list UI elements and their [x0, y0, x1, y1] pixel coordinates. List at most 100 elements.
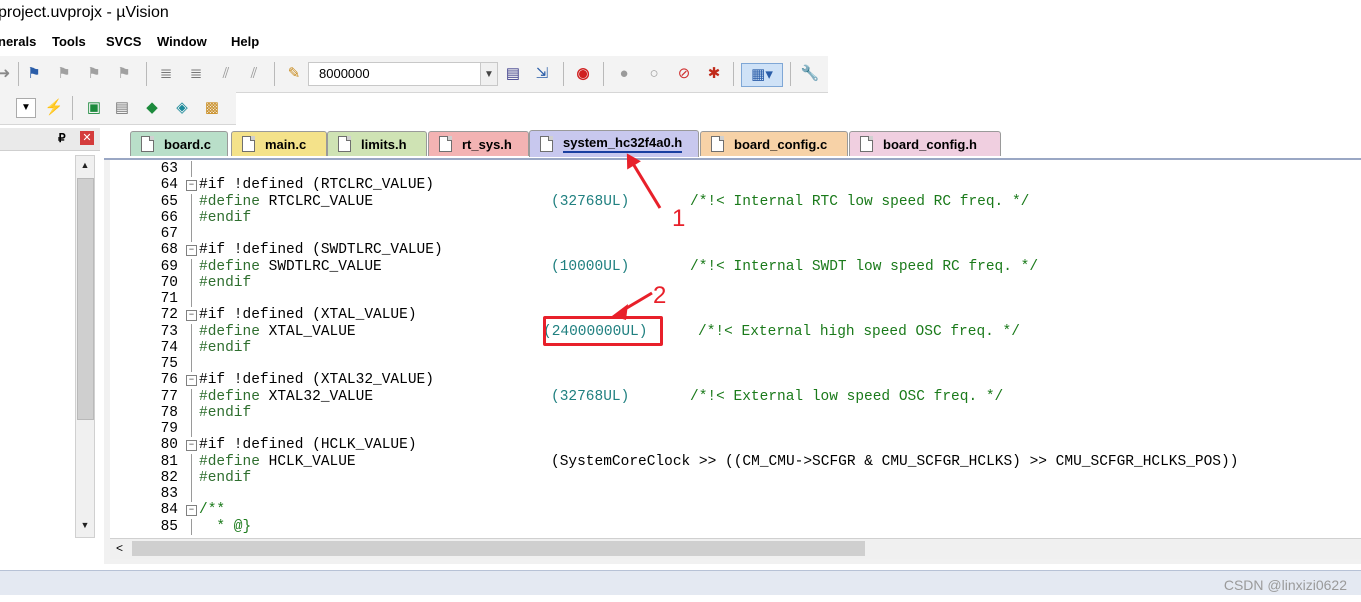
tab-limits-h[interactable]: limits.h [327, 131, 427, 156]
bookmark-next-icon[interactable]: ⚑ [84, 64, 104, 84]
tab-board-c[interactable]: board.c [130, 131, 228, 156]
unindent-icon[interactable]: ≣ [186, 64, 206, 84]
find-icon[interactable]: ▤ [503, 64, 523, 84]
fold-toggle-icon[interactable]: − [186, 505, 197, 517]
tab-label: board_config.h [883, 136, 977, 152]
scroll-down-icon[interactable]: ▼ [76, 516, 94, 534]
magic-wand-icon[interactable]: ⚡ [44, 98, 64, 118]
comment-icon[interactable]: ⫽ [216, 64, 236, 84]
toolbar-separator [146, 62, 147, 86]
code-identifier: !defined (XTAL32_VALUE) [225, 372, 434, 389]
code-editor[interactable]: 63 64− #if !defined (RTCLRC_VALUE) 65 #defin… [110, 160, 1361, 538]
code-text: #endif [199, 210, 251, 226]
project-vertical-scrollbar[interactable]: ▲ ▼ [75, 155, 95, 538]
wrench-icon[interactable]: 🔧 [800, 64, 820, 84]
code-comment: /*!< External low speed OSC freq. */ [690, 388, 1004, 405]
tab-rt-sys-h[interactable]: rt_sys.h [428, 131, 529, 156]
code-identifier: XTAL32_VALUE [259, 388, 374, 405]
code-text: #if !defined (HCLK_VALUE) [199, 437, 417, 453]
code-text: #if !defined (XTAL_VALUE) [199, 307, 417, 323]
code-directive: #define [199, 388, 260, 405]
line-number: 72 [160, 307, 178, 324]
line-number: 85 [160, 518, 178, 535]
breakpoint-disable-all-icon[interactable]: ⊘ [674, 64, 694, 84]
tab-label: limits.h [361, 136, 407, 152]
project-pane-header: ₽ ✕ [0, 128, 100, 151]
line-number: 76 [160, 372, 178, 389]
menu-peripherals[interactable]: nerals [0, 34, 36, 49]
bookmark-icon[interactable]: ⚑ [24, 64, 44, 84]
pin-icon[interactable]: ₽ [58, 131, 66, 145]
code-text: #define XTAL_VALUE [199, 324, 356, 340]
code-directive: #if [199, 372, 226, 389]
tab-label: board.c [164, 136, 211, 152]
build-icon[interactable]: ▣ [84, 98, 104, 118]
line-number: 82 [160, 469, 178, 486]
code-text: #define XTAL32_VALUE [199, 389, 373, 405]
fold-toggle-icon[interactable]: − [186, 245, 197, 257]
chevron-down-icon[interactable]: ▼ [480, 63, 497, 85]
fold-guide [191, 323, 192, 340]
scroll-left-icon[interactable]: < [116, 541, 123, 555]
tab-board-config-h[interactable]: board_config.h [849, 131, 1001, 156]
tab-main-c[interactable]: main.c [231, 131, 327, 156]
breakpoint-kill-all-icon[interactable]: ✱ [704, 64, 724, 84]
fold-guide [191, 453, 192, 470]
fold-guide [191, 193, 192, 210]
fold-toggle-icon[interactable]: − [186, 180, 197, 192]
line-number: 84 [160, 502, 178, 519]
tab-label: rt_sys.h [462, 136, 512, 152]
incremental-find-icon[interactable]: ⇲ [532, 64, 552, 84]
file-icon [439, 136, 452, 152]
toolbar-separator [733, 62, 734, 86]
code-directive: #if [199, 177, 226, 194]
find-in-files-icon[interactable]: ✎ [284, 64, 304, 84]
macro-value: (SystemCoreClock >> ((CM_CMU->SCFGR & CM… [551, 453, 1239, 470]
menu-svcs[interactable]: SVCS [106, 34, 141, 49]
watermark: CSDN @linxizi0622 [1223, 577, 1347, 593]
fold-guide [191, 469, 192, 486]
file-icon [141, 136, 154, 152]
target-value-field[interactable]: 8000000 ▼ [308, 62, 498, 86]
indent-icon[interactable]: ≣ [156, 64, 176, 84]
code-text: /** [199, 502, 225, 518]
line-number: 73 [160, 323, 178, 340]
line-number: 64 [160, 177, 178, 194]
scrollbar-thumb[interactable] [132, 541, 865, 556]
download-icon[interactable]: ◈ [172, 98, 192, 118]
bookmark-prev-icon[interactable]: ⚑ [54, 64, 74, 84]
tab-board-config-c[interactable]: board_config.c [700, 131, 848, 156]
manage-components-icon[interactable]: ▩ [202, 98, 222, 118]
breakpoint-insert-icon[interactable]: ● [614, 64, 634, 84]
fold-guide [191, 209, 192, 226]
fold-guide [191, 356, 192, 372]
scroll-up-icon[interactable]: ▲ [76, 156, 94, 174]
code-comment: /*!< Internal SWDT low speed RC freq. */ [690, 258, 1039, 275]
nav-forward-icon[interactable]: ➜ [0, 64, 14, 84]
fold-toggle-icon[interactable]: − [186, 440, 197, 452]
scrollbar-thumb[interactable] [77, 178, 94, 420]
rebuild-icon[interactable]: ▤ [112, 98, 132, 118]
code-identifier: !defined (RTCLRC_VALUE) [225, 177, 434, 194]
fold-toggle-icon[interactable]: − [186, 310, 197, 322]
code-directive: #if [199, 307, 226, 324]
line-number: 75 [160, 356, 178, 372]
breakpoint-enable-icon[interactable]: ○ [644, 64, 664, 84]
editor-horizontal-scrollbar[interactable]: < [110, 538, 1361, 559]
window-layout-icon[interactable]: ▦▾ [741, 63, 783, 87]
tab-label: main.c [265, 136, 307, 152]
close-icon[interactable]: ✕ [80, 131, 94, 145]
uncomment-icon[interactable]: ⫽ [244, 64, 264, 84]
menu-tools[interactable]: Tools [52, 34, 86, 49]
menu-help[interactable]: Help [231, 34, 259, 49]
debug-session-icon[interactable]: ◉ [573, 64, 593, 84]
fold-guide [191, 404, 192, 421]
bookmark-clear-icon[interactable]: ⚑ [114, 64, 134, 84]
fold-toggle-icon[interactable]: − [186, 375, 197, 387]
annotation-arrows [612, 153, 662, 320]
menu-window[interactable]: Window [157, 34, 207, 49]
chevron-down-icon[interactable]: ▼ [16, 98, 36, 118]
load-icon[interactable]: ◆ [142, 98, 162, 118]
code-directive: #if [199, 242, 226, 259]
fold-guide [191, 339, 192, 356]
